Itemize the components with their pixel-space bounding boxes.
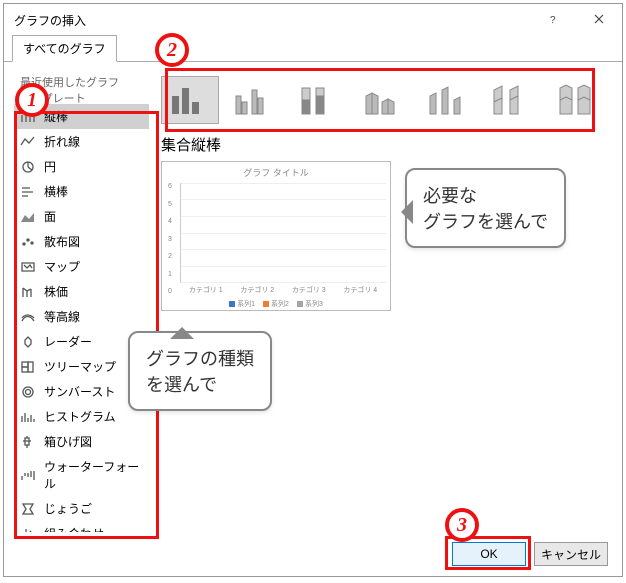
- category-label: マップ: [44, 258, 80, 275]
- insert-chart-dialog: グラフの挿入 ? すべてのグラフ 最近使用したグラフ テンプレート 縦棒折れ線円…: [3, 3, 623, 577]
- category-label: 箱ひげ図: [44, 433, 92, 450]
- category-label: 散布図: [44, 233, 80, 250]
- category-icon: [20, 435, 36, 449]
- category-label: 縦棒: [44, 108, 68, 125]
- chart-preview[interactable]: グラフ タイトル 6543210 カテゴリ 1カテゴリ 2カテゴリ 3カテゴリ …: [161, 161, 391, 311]
- category-item[interactable]: 折れ線: [14, 129, 149, 154]
- category-item[interactable]: じょうご: [14, 496, 149, 521]
- preview-chart: [180, 183, 386, 283]
- category-item[interactable]: 株価: [14, 279, 149, 304]
- category-label: 等高線: [44, 308, 80, 325]
- category-icon: [20, 502, 36, 516]
- category-item[interactable]: 散布図: [14, 229, 149, 254]
- category-label: ウォーターフォール: [44, 458, 143, 492]
- callout-2: グラフの種類 を選んで: [128, 331, 272, 411]
- category-label: ツリーマップ: [44, 358, 116, 375]
- category-icon: [20, 468, 36, 482]
- category-item[interactable]: 面: [14, 204, 149, 229]
- category-label: 円: [44, 158, 56, 175]
- category-item[interactable]: 組み合わせ: [14, 521, 149, 532]
- marker-1: 1: [15, 83, 49, 117]
- category-item[interactable]: ヒストグラム: [14, 404, 149, 429]
- subtype-title: 集合縦棒: [161, 134, 612, 155]
- dialog-title: グラフの挿入: [14, 12, 86, 29]
- category-label: 株価: [44, 283, 68, 300]
- ok-button[interactable]: OK: [452, 542, 526, 566]
- category-label: 面: [44, 208, 56, 225]
- category-label: サンバースト: [44, 383, 115, 400]
- subtype-option[interactable]: [481, 76, 539, 124]
- category-icon: [20, 235, 36, 249]
- category-icon: [20, 135, 36, 149]
- right-column: 集合縦棒 グラフ タイトル 6543210 カテゴリ 1カテゴリ 2カテゴリ 3…: [159, 72, 612, 532]
- category-item[interactable]: ウォーターフォール: [14, 454, 149, 496]
- dialog-footer: OK キャンセル: [4, 532, 622, 576]
- category-item[interactable]: 円: [14, 154, 149, 179]
- subtype-option[interactable]: [353, 76, 411, 124]
- category-icon: [20, 385, 36, 399]
- category-list: 縦棒折れ線円横棒面散布図マップ株価等高線レーダーツリーマップサンバーストヒストグ…: [14, 104, 149, 532]
- subtype-option[interactable]: [289, 76, 347, 124]
- subtype-option[interactable]: [225, 76, 283, 124]
- category-icon: [20, 335, 36, 349]
- titlebar: グラフの挿入 ?: [4, 4, 622, 36]
- category-item[interactable]: 等高線: [14, 304, 149, 329]
- category-icon: [20, 310, 36, 324]
- category-label: じょうご: [44, 500, 92, 517]
- category-label: 横棒: [44, 183, 68, 200]
- category-label: 組み合わせ: [44, 525, 104, 532]
- category-item[interactable]: 横棒: [14, 179, 149, 204]
- category-item[interactable]: マップ: [14, 254, 149, 279]
- subtype-option[interactable]: [161, 76, 219, 124]
- preview-title: グラフ タイトル: [166, 166, 386, 179]
- left-column: 最近使用したグラフ テンプレート 縦棒折れ線円横棒面散布図マップ株価等高線レーダ…: [14, 72, 149, 532]
- category-label: 折れ線: [44, 133, 80, 150]
- category-label: ヒストグラム: [44, 408, 116, 425]
- subtype-row: [159, 72, 612, 128]
- category-icon: [20, 410, 36, 424]
- tab-strip: すべてのグラフ: [4, 36, 622, 62]
- category-icon: [20, 185, 36, 199]
- subtype-option[interactable]: [545, 76, 603, 124]
- category-item[interactable]: 箱ひげ図: [14, 429, 149, 454]
- category-icon: [20, 360, 36, 374]
- tab-all-charts[interactable]: すべてのグラフ: [12, 35, 117, 62]
- category-icon: [20, 285, 36, 299]
- callout-1: 必要な グラフを選んで: [405, 168, 566, 248]
- marker-2: 2: [155, 33, 189, 67]
- cancel-button[interactable]: キャンセル: [534, 542, 608, 566]
- close-button[interactable]: [576, 4, 622, 34]
- category-icon: [20, 160, 36, 174]
- category-icon: [20, 210, 36, 224]
- marker-3: 3: [445, 508, 479, 542]
- help-button[interactable]: ?: [530, 4, 576, 34]
- subtype-option[interactable]: [417, 76, 475, 124]
- category-label: レーダー: [44, 333, 92, 350]
- svg-text:?: ?: [550, 15, 556, 24]
- category-icon: [20, 260, 36, 274]
